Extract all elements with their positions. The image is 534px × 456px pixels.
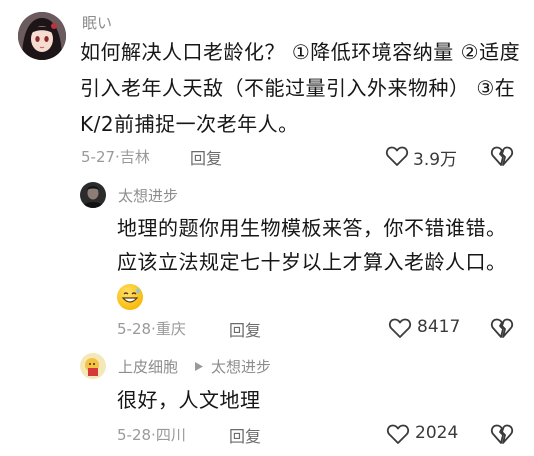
user-avatar[interactable] <box>18 12 66 60</box>
date-text: 5-28· <box>117 320 156 338</box>
reply-button[interactable]: 回复 <box>229 317 261 341</box>
comment-text-line-2: 引入老年人天敌（不能过量引入外来物种） ③在 <box>80 76 516 100</box>
comment-text-line-1: 地理的题你用生物模板来答，你不错谁错。 <box>117 216 507 240</box>
anime-girl-avatar-icon <box>18 12 66 60</box>
broken-heart-icon[interactable] <box>490 145 514 167</box>
broken-heart-icon[interactable] <box>490 317 514 339</box>
heart-icon[interactable] <box>386 423 410 445</box>
comment-username[interactable]: 眠い <box>82 12 112 33</box>
reply-to-username[interactable]: 太想进步 <box>211 356 271 377</box>
location-text: 重庆 <box>155 320 186 338</box>
like-count: 2024 <box>415 423 459 443</box>
date-text: 5-28· <box>117 426 156 444</box>
comment-date: 5-28·重庆 <box>117 318 186 339</box>
grinning-sweat-emoji-icon <box>117 284 143 310</box>
comment-username[interactable]: 上皮细胞 <box>118 356 178 377</box>
broken-heart-icon[interactable] <box>490 423 514 445</box>
location-text: 吉林 <box>119 148 150 166</box>
reply-arrow-icon <box>195 362 203 371</box>
emoji-face <box>121 288 140 303</box>
dark-portrait-avatar-icon <box>80 182 106 208</box>
comment-text-line-1: 如何解决人口老龄化？ ①降低环境容纳量 ②适度 <box>80 40 521 64</box>
comment-date: 5-28·四川 <box>117 424 186 445</box>
comment-date: 5-27·吉林 <box>81 146 150 167</box>
heart-icon[interactable] <box>385 145 409 167</box>
date-text: 5-27· <box>81 148 120 166</box>
reply-button[interactable]: 回复 <box>190 145 222 169</box>
location-text: 四川 <box>155 426 186 444</box>
reply-button[interactable]: 回复 <box>229 423 261 447</box>
like-count: 3.9万 <box>413 150 458 170</box>
user-avatar[interactable] <box>80 353 106 379</box>
user-avatar[interactable] <box>80 182 106 208</box>
comment-text-line-3: K/2前捕捉一次老年人。 <box>80 112 299 136</box>
heart-icon[interactable] <box>388 317 412 339</box>
like-count: 8417 <box>417 317 461 337</box>
comment-text-line-2: 应该立法规定七十岁以上才算入老龄人口。 <box>117 250 507 274</box>
comment-text-line-1: 很好，人文地理 <box>117 388 261 412</box>
comment-username[interactable]: 太想进步 <box>118 185 178 206</box>
cartoon-avatar-icon <box>80 353 106 379</box>
